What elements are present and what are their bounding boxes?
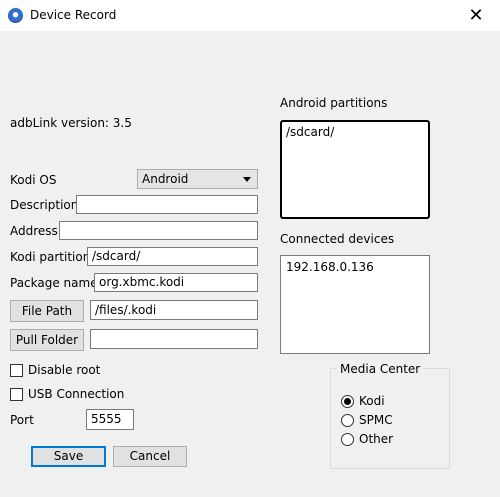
spmc-radio-label: SPMC — [359, 413, 393, 427]
list-item[interactable]: /sdcard/ — [286, 125, 334, 139]
description-label: Description — [10, 198, 79, 212]
cancel-button[interactable]: Cancel — [113, 446, 187, 467]
kodi-os-label: Kodi OS — [10, 173, 57, 187]
kodi-os-value: Android — [142, 172, 189, 186]
port-label: Port — [10, 413, 34, 427]
chevron-down-icon — [243, 177, 251, 182]
usb-connection-label: USB Connection — [28, 387, 125, 401]
pull-folder-field[interactable] — [90, 329, 258, 349]
other-radio-label: Other — [359, 432, 394, 446]
connected-devices-list[interactable]: 192.168.0.136 — [280, 255, 430, 354]
window-title: Device Record — [30, 8, 117, 22]
disable-root-label: Disable root — [28, 363, 101, 377]
kodi-os-select[interactable]: Android — [137, 169, 258, 189]
pull-folder-button[interactable]: Pull Folder — [10, 329, 84, 351]
address-label: Address — [10, 224, 58, 238]
address-field[interactable] — [59, 221, 258, 240]
media-center-label: Media Center — [337, 362, 424, 376]
connected-devices-label: Connected devices — [280, 232, 395, 246]
file-path-button[interactable]: File Path — [10, 300, 84, 322]
android-partitions-list[interactable]: /sdcard/ — [280, 120, 430, 219]
port-field[interactable]: 5555 — [86, 409, 134, 430]
file-path-field[interactable]: /files/.kodi — [90, 300, 258, 320]
kodi-partition-field[interactable]: /sdcard/ — [87, 247, 258, 266]
description-field[interactable] — [76, 195, 258, 214]
other-radio[interactable] — [341, 433, 354, 446]
adblink-version-label: adbLink version: 3.5 — [10, 116, 132, 130]
disable-root-checkbox[interactable] — [10, 364, 23, 377]
save-button[interactable]: Save — [31, 446, 106, 467]
list-item[interactable]: 192.168.0.136 — [286, 260, 374, 274]
kodi-partition-label: Kodi partition — [10, 250, 91, 264]
title-bar: Device Record ✕ — [0, 0, 500, 31]
kodi-radio[interactable] — [341, 395, 354, 408]
package-name-field[interactable]: org.xbmc.kodi — [94, 273, 258, 292]
kodi-app-icon — [8, 8, 23, 23]
usb-connection-checkbox[interactable] — [10, 388, 23, 401]
spmc-radio[interactable] — [341, 414, 354, 427]
package-name-label: Package name — [10, 276, 98, 290]
android-partitions-label: Android partitions — [280, 96, 388, 110]
close-icon[interactable]: ✕ — [452, 0, 500, 31]
kodi-radio-label: Kodi — [359, 394, 385, 408]
